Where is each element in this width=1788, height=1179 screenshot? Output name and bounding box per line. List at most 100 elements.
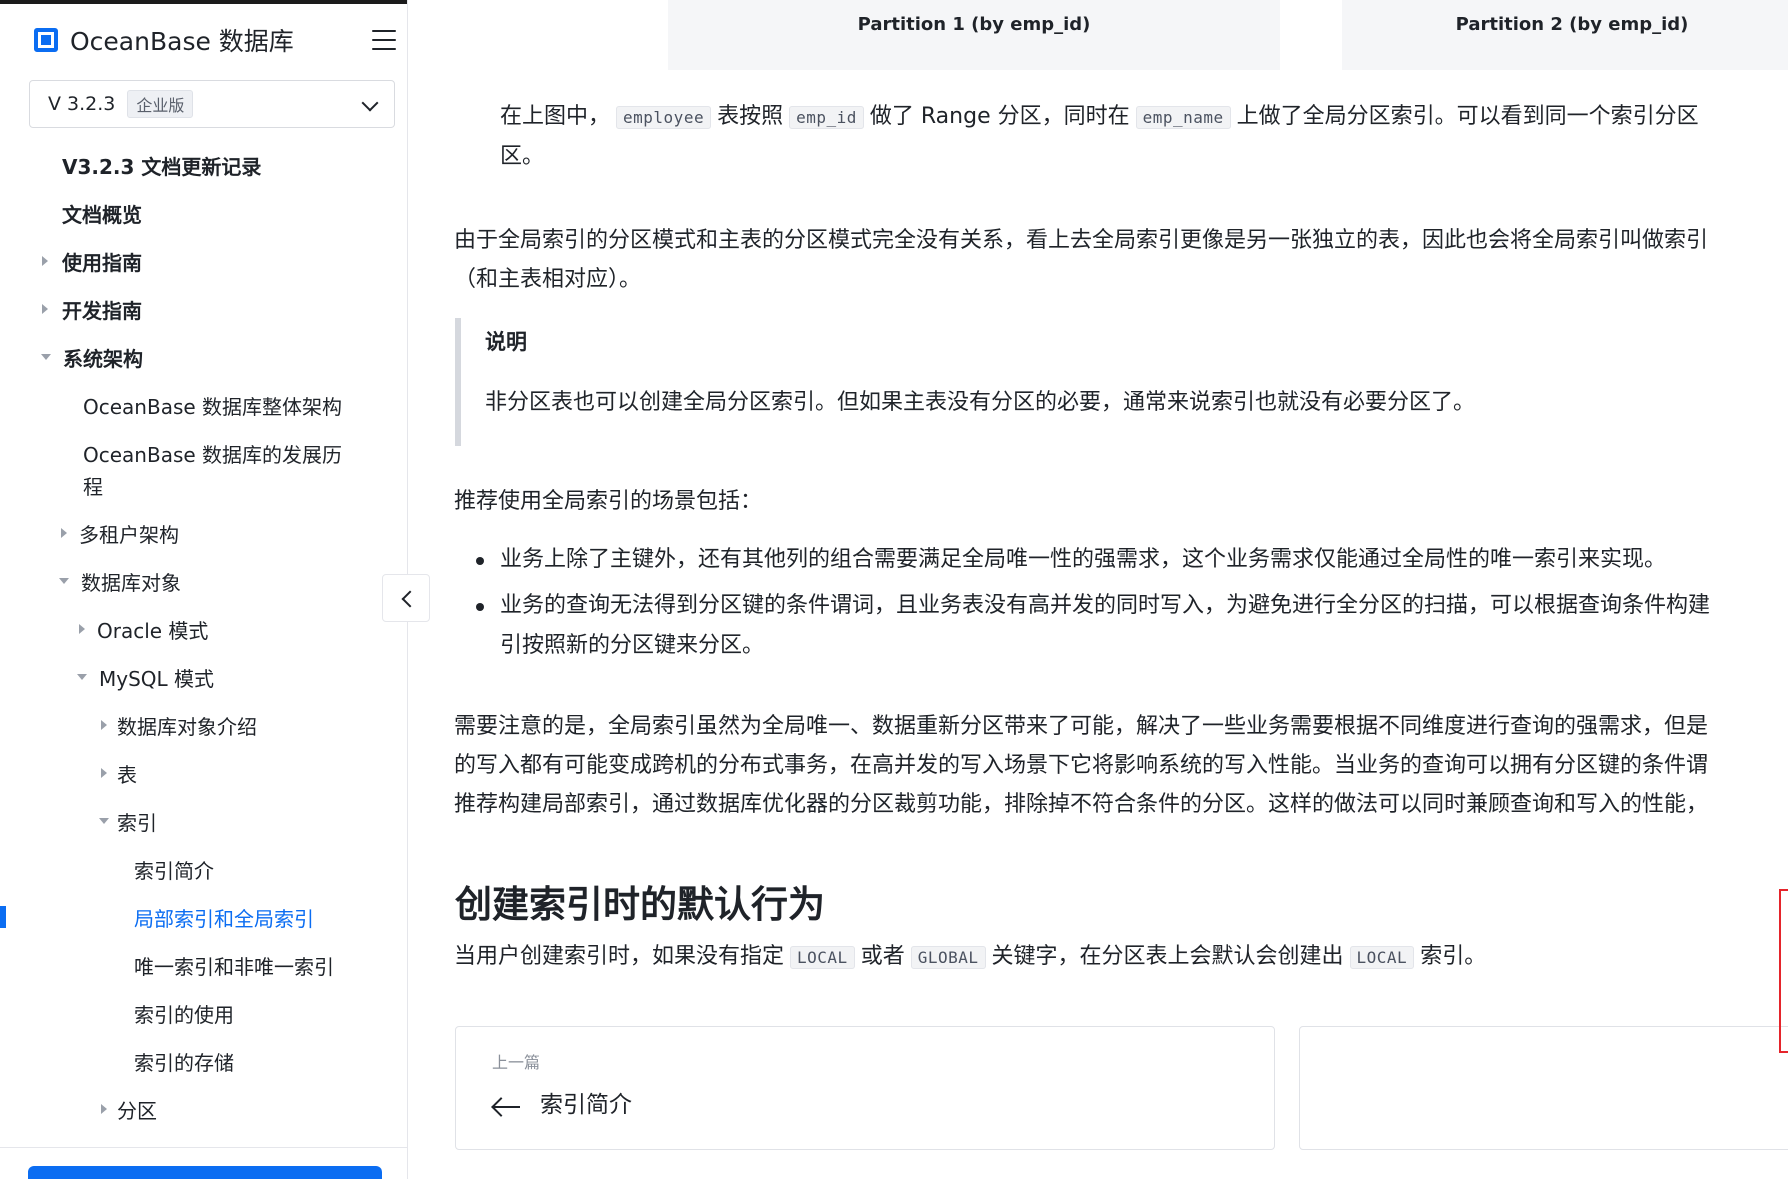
text-span: 关键字，在分区表上会默认会创建出: [991, 944, 1344, 969]
scenario-item-1: 业务上除了主键外，还有其他列的组合需要满足全局唯一性的强需求，这个业务需求仅能通…: [500, 547, 1667, 572]
tree-item-label: 多租户架构: [79, 522, 179, 547]
tree-item-mysql-mode[interactable]: MySQL 模式: [0, 657, 405, 697]
tree-item-label: Oracle 模式: [97, 618, 209, 643]
oceanbase-logo-icon: [34, 28, 58, 52]
tree-item-label: 开发指南: [62, 298, 142, 323]
inline-code: LOCAL: [1349, 946, 1415, 969]
partition-2-label: Partition 2 (by emp_id): [1455, 14, 1689, 35]
tree-item-multitenant[interactable]: 多租户架构: [0, 513, 405, 553]
version-value: V 3.2.3: [48, 93, 116, 115]
tree-item-label: 程: [83, 474, 103, 499]
tree-item-label: 使用指南: [62, 250, 142, 275]
tree-item-label: 局部索引和全局索引: [134, 906, 314, 931]
caret-right-icon: [42, 256, 48, 266]
tree-item-label: OceanBase 数据库的发展历: [83, 442, 343, 467]
article-content: Partition 1 (by emp_id) Partition 2 (by …: [409, 0, 1788, 1179]
note-body: 非分区表也可以创建全局分区索引。但如果主表没有分区的必要，通常来说索引也就没有必…: [485, 390, 1476, 415]
partition-1-label: Partition 1 (by emp_id): [857, 14, 1091, 35]
caret-down-icon: [99, 818, 109, 824]
scenario-item-2-wrap: 引按照新的分区键来分区。: [500, 633, 765, 658]
figure-caption-line-1: 在上图中， employee 表按照 emp_id 做了 Range 分区，同时在 emp…: [500, 98, 1699, 137]
sidebar-divider: [0, 1147, 407, 1148]
scenario-item-2: 业务的查询无法得到分区键的条件谓词，且业务表没有高并发的同时写入，为避免进行全分…: [500, 593, 1711, 618]
tree-item-label: 索引简介: [134, 858, 214, 883]
tree-item-label: 系统架构: [63, 346, 143, 371]
active-item-indicator: [0, 906, 6, 928]
tree-item-label: MySQL 模式: [99, 666, 215, 691]
prev-page-card[interactable]: 上一篇 索引简介: [455, 1026, 1275, 1150]
edition-badge: 企业版: [127, 90, 194, 118]
caret-right-icon: [42, 304, 48, 314]
tree-item-object-intro[interactable]: 数据库对象介绍: [0, 705, 405, 745]
inline-code: emp_id: [789, 106, 864, 129]
caret-right-icon: [61, 528, 67, 538]
text-span: 在上图中，: [500, 104, 611, 129]
prev-page-title: 索引简介: [540, 1092, 632, 1118]
paragraph-default-behavior: 当用户创建索引时，如果没有指定 LOCAL 或者 GLOBAL 关键字，在分区表上会默认…: [454, 938, 1486, 977]
tree-item-label: 数据库对象介绍: [117, 714, 257, 739]
sidebar: OceanBase 数据库 V 3.2.3 企业版 V3.2.3 文档更新记录 …: [0, 0, 408, 1179]
paragraph-caution-line-2: 的写入都有可能变成跨机的分布式事务，在高并发的写入场景下它将影响系统的写入性能。…: [454, 753, 1709, 778]
text-span: 表按照: [717, 104, 784, 129]
tree-item-label: 表: [117, 762, 137, 787]
tree-item-changelog[interactable]: V3.2.3 文档更新记录: [0, 145, 405, 185]
tree-item-overview[interactable]: 文档概览: [0, 193, 405, 233]
tree-item-label: 唯一索引和非唯一索引: [134, 954, 334, 979]
tree-item-label: 索引的存储: [134, 1050, 234, 1075]
tree-item-dev-guide[interactable]: 开发指南: [0, 289, 405, 329]
tree-item-history-wrap[interactable]: 程: [0, 465, 405, 505]
tree-item-local-global-index[interactable]: 局部索引和全局索引: [0, 897, 405, 937]
prev-page-label: 上一篇: [492, 1053, 541, 1072]
tree-item-label: 数据库对象: [81, 570, 181, 595]
tree-item-label: 索引的使用: [134, 1002, 234, 1027]
paragraph-global-index-line-2: （和主表相对应）。: [454, 267, 642, 292]
tree-item-indexes[interactable]: 索引: [0, 801, 405, 841]
brand-header: OceanBase 数据库: [34, 20, 400, 60]
arrow-left-icon: [491, 1097, 520, 1117]
tree-item-unique-index[interactable]: 唯一索引和非唯一索引: [0, 945, 405, 985]
paragraph-caution-line-1: 需要注意的是，全局索引虽然为全局唯一、数据重新分区带来了可能，解决了一些业务需要…: [454, 714, 1709, 739]
tree-item-user-guide[interactable]: 使用指南: [0, 241, 405, 281]
sidebar-bottom-button[interactable]: [28, 1166, 382, 1179]
caret-down-icon: [77, 674, 87, 680]
chevron-down-icon: [361, 94, 379, 112]
version-select[interactable]: V 3.2.3 企业版: [29, 80, 395, 128]
tree-item-label: 分区: [117, 1098, 157, 1123]
menu-icon[interactable]: [372, 30, 396, 50]
figure-caption-line-2: 区。: [500, 144, 545, 169]
note-callout: 说明 非分区表也可以创建全局分区索引。但如果主表没有分区的必要，通常来说索引也就…: [455, 318, 1788, 446]
list-bullet: [476, 557, 484, 565]
tree-item-architecture[interactable]: 系统架构: [0, 337, 405, 377]
caret-right-icon: [101, 1104, 107, 1114]
next-page-card[interactable]: [1299, 1026, 1788, 1150]
text-span: 或者: [860, 944, 905, 969]
list-bullet: [476, 603, 484, 611]
caret-down-icon: [59, 578, 69, 584]
inline-code: emp_name: [1135, 106, 1231, 129]
tree-item-oracle-mode[interactable]: Oracle 模式: [0, 609, 405, 649]
tree-item-index-storage[interactable]: 索引的存储: [0, 1041, 405, 1081]
inline-code: employee: [616, 106, 712, 129]
text-span: 上做了全局分区索引。可以看到同一个索引分区: [1236, 104, 1699, 129]
inline-code: LOCAL: [790, 946, 855, 969]
inline-code: GLOBAL: [910, 946, 986, 969]
caret-down-icon: [41, 354, 51, 360]
caret-right-icon: [101, 768, 107, 778]
text-span: 当用户创建索引时，如果没有指定: [454, 944, 785, 969]
note-title: 说明: [485, 330, 527, 354]
tree-item-label: 索引: [117, 810, 157, 835]
window-top-edge: [0, 0, 407, 4]
tree-item-index-usage[interactable]: 索引的使用: [0, 993, 405, 1033]
paragraph-global-index-line-1: 由于全局索引的分区模式和主表的分区模式完全没有关系，看上去全局索引更像是另一张独…: [454, 228, 1709, 253]
tree-item-partitions[interactable]: 分区: [0, 1089, 405, 1129]
section-heading: 创建索引时的默认行为: [455, 883, 825, 926]
diagram-partition-1: Partition 1 (by emp_id): [668, 0, 1280, 70]
tree-item-overall-arch[interactable]: OceanBase 数据库整体架构: [0, 385, 405, 425]
brand-title: OceanBase 数据库: [70, 27, 294, 56]
tree-item-index-intro[interactable]: 索引简介: [0, 849, 405, 889]
tree-item-db-objects[interactable]: 数据库对象: [0, 561, 405, 601]
tree-item-label: 文档概览: [62, 202, 142, 227]
tree-item-tables[interactable]: 表: [0, 753, 405, 793]
text-span: 索引。: [1420, 944, 1487, 969]
paragraph-caution-line-3: 推荐构建局部索引，通过数据库优化器的分区裁剪功能，排除掉不符合条件的分区。这样的…: [454, 792, 1709, 817]
